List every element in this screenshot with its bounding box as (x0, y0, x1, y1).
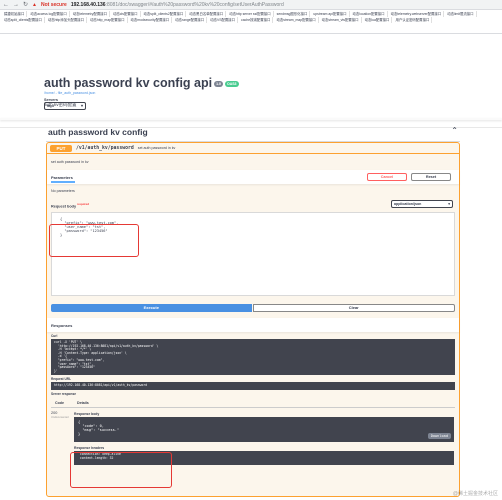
parameters-title: Parameters (51, 175, 73, 180)
content-type-select[interactable]: application/json (391, 200, 453, 208)
tag-name[interactable]: auth password kv config (48, 127, 148, 137)
response-body-text: { "code": 0, "msg": "success." } (78, 419, 120, 436)
version-badge: 1.0 (214, 80, 223, 87)
no-parameters-text: No parameters (51, 189, 75, 193)
curl-label: Curl (51, 334, 58, 338)
bookmark-item[interactable]: 动态stream_vts配置接口 (320, 17, 362, 23)
server-response-label: Server response (51, 391, 76, 396)
tab-underline (51, 181, 75, 183)
base-url-link[interactable]: /home/ - file_auth_password.json (44, 91, 95, 95)
response-code: 200 (51, 410, 58, 415)
api-info: auth password kv config api 1.0 OAS3 /home… (0, 34, 502, 128)
cancel-button[interactable]: Cancel (367, 173, 407, 181)
back-icon[interactable]: ← (3, 2, 9, 8)
server-select[interactable]: /api (44, 102, 86, 110)
bookmark-item[interactable]: 动态stream_map配置接口 (274, 17, 319, 23)
code-header: Code (55, 400, 64, 405)
bookmark-item[interactable]: 动态limit限流接口 (445, 11, 477, 17)
response-body-block[interactable]: { "code": 0, "msg": "success." } Download (74, 416, 454, 442)
not-secure-icon[interactable]: ▲ (32, 2, 37, 8)
bookmark-item[interactable]: 动态modsecurity配置接口 (129, 17, 173, 23)
request-url-label: Request URL (51, 377, 72, 382)
execute-button[interactable]: Execute (51, 304, 252, 312)
security-label[interactable]: Not secure (41, 2, 67, 8)
details-header: Details (77, 400, 89, 405)
oas-badge: OAS3 (224, 80, 239, 87)
bookmark-item[interactable]: 动态http_map配置接口 (88, 17, 128, 23)
operation-header[interactable]: PUT /v1/auth_kv/password set auth passwo… (47, 143, 459, 154)
bookmark-item[interactable]: 动态http添加头配置接口 (46, 17, 88, 23)
responses-title: Responses (51, 323, 73, 328)
response-table-header: Code Details (51, 397, 455, 408)
tag-section[interactable]: auth password kv config ⌃ (46, 124, 460, 142)
responses-header: Responses (47, 318, 459, 332)
response-body-highlight (70, 452, 172, 488)
clear-button[interactable]: Clear (252, 304, 455, 312)
request-body-highlight (49, 224, 139, 257)
address-bar[interactable]: ← → ↻ ▲ Not secure 192.168.40.136:8081/d… (0, 0, 502, 10)
bookmark-item[interactable]: cache按减配置接口 (239, 17, 274, 23)
bookmark-item[interactable]: 动态range配置接口 (173, 17, 208, 23)
schemes-bar (0, 118, 502, 120)
operation-block: PUT /v1/auth_kv/password set auth passwo… (46, 142, 460, 497)
bookmark-item[interactable]: 用户认证密码配置接口 (393, 17, 433, 23)
operation-description: set auth password in kv (51, 160, 89, 164)
operation-path: /v1/auth_kv/password (76, 145, 134, 151)
download-button[interactable]: Download (427, 432, 451, 439)
undocumented-label: Undocumented (51, 415, 69, 419)
method-badge: PUT (50, 144, 72, 152)
reset-button[interactable]: Reset (411, 173, 451, 181)
bookmark-item[interactable]: 动态lua配置接口 (363, 17, 393, 23)
request-body-label: Request bodyrequired (51, 202, 90, 209)
parameters-header: Parameters Cancel Reset (47, 170, 459, 184)
api-title: auth password kv config api 1.0 OAS3 (44, 76, 239, 90)
url-text[interactable]: 192.168.40.136:8081/doc/swagger/#/auth%2… (71, 2, 284, 8)
bookmark-item[interactable]: 动态VS配置接口 (208, 17, 239, 23)
watermark: @稀土掘金技术社区 (452, 491, 498, 497)
reload-icon[interactable]: ↻ (23, 1, 28, 8)
bookmark-item[interactable]: 动态split_clients配置接口 (2, 17, 45, 23)
bookmarks-bar: 猿捷初始接口 动态access log配置接口 动态telemetry配置接口 动态c… (0, 10, 502, 34)
chevron-up-icon[interactable]: ⌃ (451, 126, 458, 135)
curl-block[interactable]: curl -X 'PUT' \ 'http://192.168.40.136:8… (51, 339, 455, 376)
operation-summary: set auth password in kv (137, 146, 176, 150)
execute-row: Execute Clear (51, 304, 455, 312)
request-body-header: Request bodyrequired application/json (47, 198, 459, 212)
request-url-block[interactable]: http://192.168.40.136:8081/api/v1/auth_k… (51, 382, 455, 390)
response-body-label: Response body (74, 411, 100, 416)
forward-icon[interactable]: → (13, 2, 19, 8)
response-headers-label: Response headers (74, 445, 105, 450)
